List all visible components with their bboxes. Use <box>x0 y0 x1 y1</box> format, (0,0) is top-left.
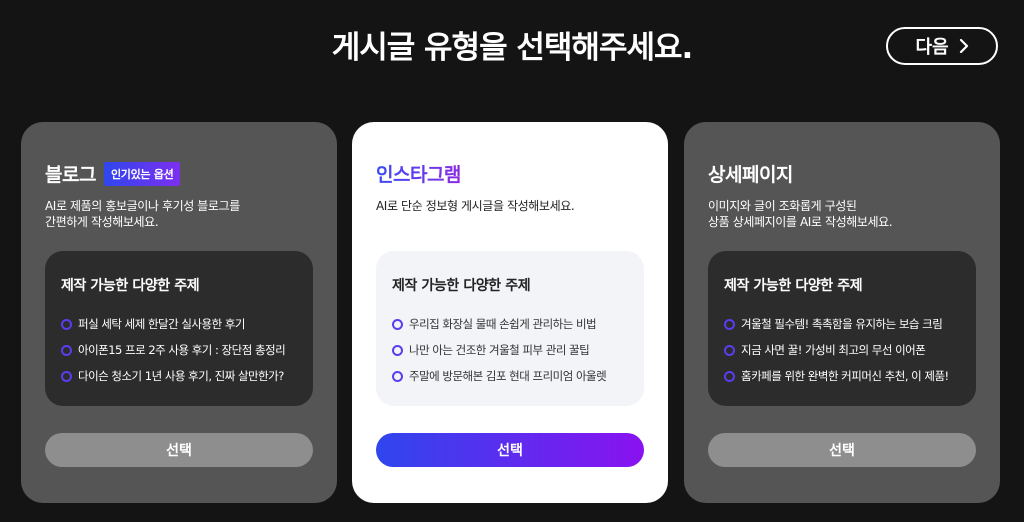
topics-box: 제작 가능한 다양한 주제 우리집 화장실 물때 손쉽게 관리하는 비법 나만 … <box>376 251 644 406</box>
topic-item: 퍼실 세탁 세제 한달간 실사용한 후기 <box>61 311 313 337</box>
circle-bullet-icon <box>724 370 735 382</box>
card-detail-page[interactable]: 상세페이지 이미지와 글이 조화롭게 구성된 상품 상세페지이를 AI로 작성해… <box>684 122 1000 503</box>
card-description: AI로 제품의 홍보글이나 후기성 블로그를 간편하게 작성해보세요. <box>45 199 240 229</box>
chevron-right-icon <box>959 39 968 53</box>
topic-text: 지금 사면 꿀! 가성비 최고의 무선 이어폰 <box>741 343 926 357</box>
topic-text: 퍼실 세탁 세제 한달간 실사용한 후기 <box>78 317 245 331</box>
circle-bullet-icon <box>724 344 735 356</box>
topics-box: 제작 가능한 다양한 주제 겨울철 필수템! 촉촉함을 유지하는 보습 크림 지… <box>708 251 976 406</box>
popular-badge: 인기있는 옵션 <box>103 161 181 186</box>
topic-item: 다이슨 청소기 1년 사용 후기, 진짜 살만한가? <box>61 363 313 389</box>
card-blog[interactable]: 블로그 인기있는 옵션 AI로 제품의 홍보글이나 후기성 블로그를 간편하게 … <box>21 122 337 503</box>
select-button-instagram[interactable]: 선택 <box>376 433 644 467</box>
circle-bullet-icon <box>61 344 72 356</box>
topics-title: 제작 가능한 다양한 주제 <box>392 278 531 294</box>
page-title: 게시글 유형을 선택해주세요. <box>331 30 694 66</box>
next-button-label: 다음 <box>915 37 949 58</box>
topic-text: 나만 아는 건조한 겨울철 피부 관리 꿀팁 <box>409 343 590 357</box>
select-button-blog[interactable]: 선택 <box>45 433 313 467</box>
topic-item: 겨울철 필수템! 촉촉함을 유지하는 보습 크림 <box>724 311 976 337</box>
topics-title: 제작 가능한 다양한 주제 <box>61 278 200 294</box>
topic-text: 아이폰15 프로 2주 사용 후기 : 장단점 총정리 <box>78 343 286 357</box>
topics-title: 제작 가능한 다양한 주제 <box>724 278 863 294</box>
circle-bullet-icon <box>61 370 72 382</box>
topic-item: 홈카페를 위한 완벽한 커피머신 추천, 이 제품! <box>724 363 976 389</box>
card-title: 인스타그램 <box>376 160 461 187</box>
topic-text: 우리집 화장실 물때 손쉽게 관리하는 비법 <box>409 317 597 331</box>
circle-bullet-icon <box>724 318 735 330</box>
circle-bullet-icon <box>392 344 403 356</box>
topic-item: 주말에 방문해본 김포 현대 프리미엄 아울렛 <box>392 363 644 389</box>
topic-text: 다이슨 청소기 1년 사용 후기, 진짜 살만한가? <box>78 369 284 383</box>
topic-text: 주말에 방문해본 김포 현대 프리미엄 아울렛 <box>409 369 607 383</box>
card-title-row: 인스타그램 <box>376 160 461 187</box>
circle-bullet-icon <box>392 370 403 382</box>
topics-box: 제작 가능한 다양한 주제 퍼실 세탁 세제 한달간 실사용한 후기 아이폰15… <box>45 251 313 406</box>
card-description: 이미지와 글이 조화롭게 구성된 상품 상세페지이를 AI로 작성해보세요. <box>708 199 893 229</box>
card-description: AI로 단순 정보형 게시글을 작성해보세요. <box>376 199 575 213</box>
topic-text: 홈카페를 위한 완벽한 커피머신 추천, 이 제품! <box>741 369 949 383</box>
topic-item: 지금 사면 꿀! 가성비 최고의 무선 이어폰 <box>724 337 976 363</box>
topic-item: 나만 아는 건조한 겨울철 피부 관리 꿀팁 <box>392 337 644 363</box>
card-title-row: 블로그 인기있는 옵션 <box>45 160 181 187</box>
card-title-row: 상세페이지 <box>708 160 793 187</box>
topic-item: 우리집 화장실 물때 손쉽게 관리하는 비법 <box>392 311 644 337</box>
card-instagram[interactable]: 인스타그램 AI로 단순 정보형 게시글을 작성해보세요. 제작 가능한 다양한… <box>352 122 668 503</box>
circle-bullet-icon <box>61 318 72 330</box>
topic-text: 겨울철 필수템! 촉촉함을 유지하는 보습 크림 <box>741 317 943 331</box>
card-title: 상세페이지 <box>708 164 793 186</box>
circle-bullet-icon <box>392 318 403 330</box>
select-button-detail-page[interactable]: 선택 <box>708 433 976 467</box>
card-title: 블로그 <box>45 164 96 186</box>
topic-item: 아이폰15 프로 2주 사용 후기 : 장단점 총정리 <box>61 337 313 363</box>
next-button[interactable]: 다음 <box>886 27 998 65</box>
